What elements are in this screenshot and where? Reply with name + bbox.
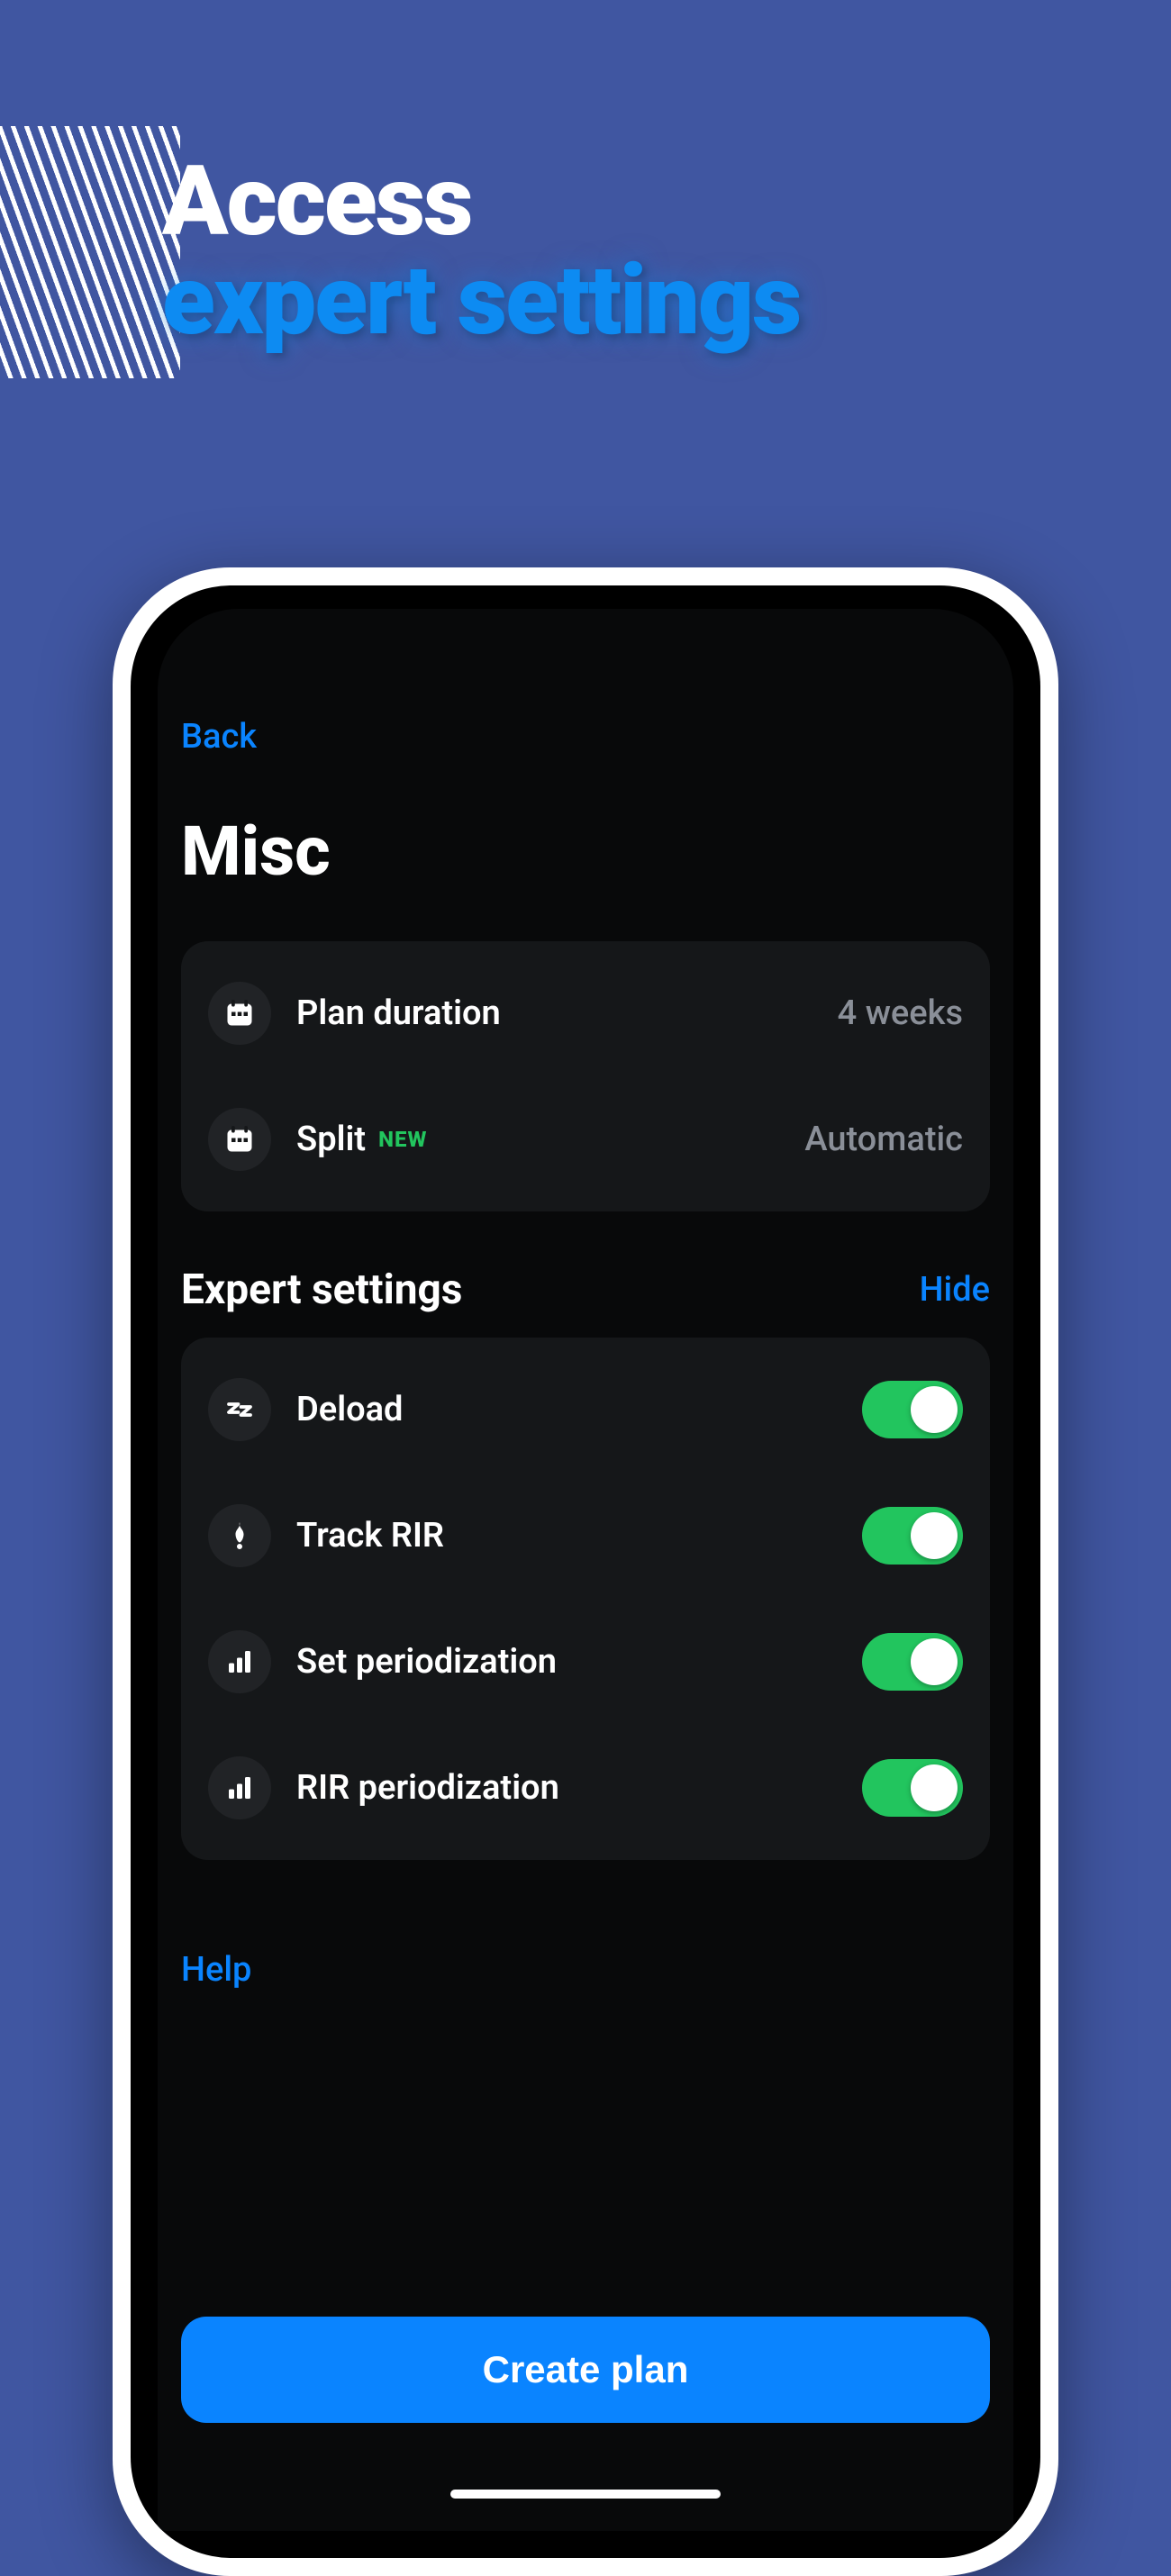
rir-periodization-toggle[interactable] <box>862 1759 963 1817</box>
rir-periodization-row[interactable]: RIR periodization <box>208 1725 963 1851</box>
home-indicator[interactable] <box>450 2490 721 2499</box>
set-periodization-toggle[interactable] <box>862 1633 963 1691</box>
deload-toggle[interactable] <box>862 1381 963 1438</box>
track-rir-row[interactable]: Track RIR <box>208 1473 963 1599</box>
split-label-text: Split <box>296 1120 366 1159</box>
phone-mockup: Back Misc Plan duration 4 weeks <box>113 567 1058 2576</box>
deload-row[interactable]: Deload <box>208 1347 963 1473</box>
expert-settings-card: Deload Track RIR Set p <box>181 1338 990 1860</box>
help-link[interactable]: Help <box>181 1950 251 1990</box>
expert-settings-header: Expert settings Hide <box>181 1265 990 1314</box>
track-rir-toggle[interactable] <box>862 1507 963 1565</box>
create-plan-button[interactable]: Create plan <box>181 2317 990 2423</box>
bars-icon <box>208 1630 271 1693</box>
split-value: Automatic <box>804 1120 963 1159</box>
split-label: Split NEW <box>296 1120 427 1159</box>
phone-frame: Back Misc Plan duration 4 weeks <box>113 567 1058 2576</box>
bars-icon <box>208 1756 271 1819</box>
plan-duration-value: 4 weeks <box>838 993 963 1033</box>
calendar-icon <box>208 982 271 1045</box>
phone-screen: Back Misc Plan duration 4 weeks <box>131 585 1040 2558</box>
promo-line-2: expert settings <box>162 250 800 352</box>
set-periodization-label: Set periodization <box>296 1642 557 1682</box>
flame-icon <box>208 1504 271 1567</box>
split-row[interactable]: Split NEW Automatic <box>208 1076 963 1202</box>
app-content: Back Misc Plan duration 4 weeks <box>158 609 1013 2531</box>
decorative-stripes <box>0 126 180 378</box>
expert-settings-title: Expert settings <box>181 1265 462 1314</box>
plan-duration-label: Plan duration <box>296 993 501 1033</box>
hide-button[interactable]: Hide <box>920 1270 990 1310</box>
page-title: Misc <box>181 811 990 892</box>
promo-header: Access expert settings <box>162 153 800 352</box>
plan-duration-row[interactable]: Plan duration 4 weeks <box>208 950 963 1076</box>
promo-line-1: Access <box>162 153 800 250</box>
sleep-icon <box>208 1378 271 1441</box>
calendar-icon <box>208 1108 271 1171</box>
deload-label: Deload <box>296 1390 403 1429</box>
rir-periodization-label: RIR periodization <box>296 1768 559 1808</box>
set-periodization-row[interactable]: Set periodization <box>208 1599 963 1725</box>
new-badge: NEW <box>378 1127 427 1152</box>
back-button[interactable]: Back <box>181 717 257 757</box>
misc-settings-card: Plan duration 4 weeks Split NEW Automati… <box>181 941 990 1211</box>
track-rir-label: Track RIR <box>296 1516 444 1556</box>
